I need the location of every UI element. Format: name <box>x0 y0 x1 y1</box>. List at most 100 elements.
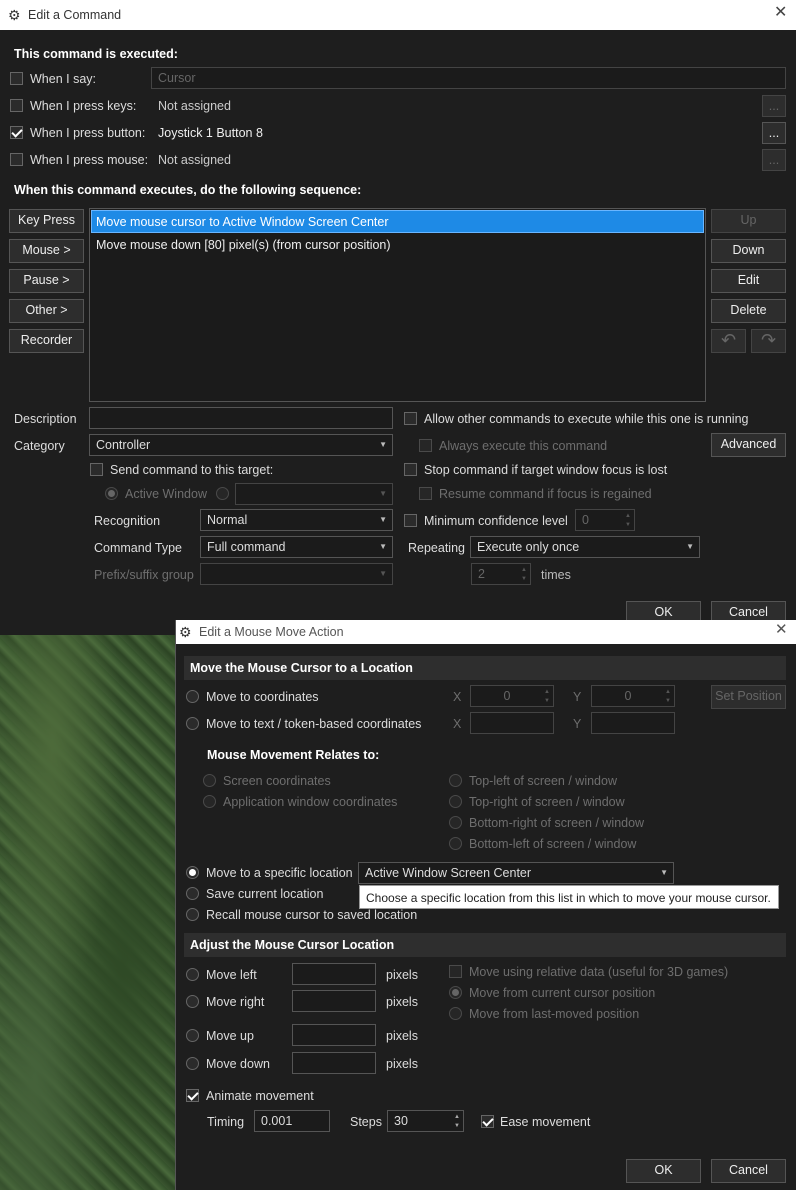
top-right-radio[interactable] <box>449 795 462 808</box>
x-token-input[interactable] <box>470 712 554 734</box>
times-stepper[interactable]: 2 ▲ ▼ <box>471 563 531 585</box>
stepper-up-icon[interactable]: ▲ <box>665 688 671 696</box>
command-type-select[interactable]: Full command ▼ <box>200 536 393 558</box>
list-item[interactable]: Move mouse down [80] pixel(s) (from curs… <box>91 234 704 256</box>
stepper-down-icon[interactable]: ▼ <box>665 697 671 705</box>
times-label: times <box>541 568 571 582</box>
mouse-button[interactable]: Mouse > <box>9 239 84 263</box>
move-right-radio[interactable] <box>186 995 199 1008</box>
relative-data-checkbox[interactable] <box>449 965 462 978</box>
when-say-checkbox[interactable] <box>10 72 23 85</box>
save-location-radio[interactable] <box>186 887 199 900</box>
allow-other-checkbox[interactable] <box>404 412 417 425</box>
action-list[interactable]: Move mouse cursor to Active Window Scree… <box>89 208 706 402</box>
undo-button[interactable]: ↶ <box>711 329 746 353</box>
move-up-radio[interactable] <box>186 1029 199 1042</box>
move-coords-radio[interactable] <box>186 690 199 703</box>
button-ellipsis-button[interactable]: ... <box>762 122 786 144</box>
ease-checkbox[interactable] <box>481 1115 494 1128</box>
category-select[interactable]: Controller ▼ <box>89 434 393 456</box>
from-last-radio[interactable] <box>449 1007 462 1020</box>
stepper-down-icon[interactable]: ▼ <box>454 1122 460 1130</box>
stepper-up-icon[interactable]: ▲ <box>544 688 550 696</box>
recognition-select[interactable]: Normal ▼ <box>200 509 393 531</box>
move-location-section-header: Move the Mouse Cursor to a Location <box>184 656 786 680</box>
dialog-cancel-button[interactable]: Cancel <box>711 1159 786 1183</box>
when-mouse-checkbox[interactable] <box>10 153 23 166</box>
delete-button[interactable]: Delete <box>711 299 786 323</box>
keys-ellipsis-button[interactable]: ... <box>762 95 786 117</box>
stepper-up-icon[interactable]: ▲ <box>454 1113 460 1121</box>
move-down-radio[interactable] <box>186 1057 199 1070</box>
up-button[interactable]: Up <box>711 209 786 233</box>
when-say-input[interactable]: Cursor <box>151 67 786 89</box>
stepper-down-icon[interactable]: ▼ <box>521 575 527 583</box>
specific-location-label: Move to a specific location <box>206 866 353 880</box>
target-window-radio[interactable] <box>216 487 229 500</box>
mouse-ellipsis-button[interactable]: ... <box>762 149 786 171</box>
dialog-ok-button[interactable]: OK <box>626 1159 701 1183</box>
move-token-radio[interactable] <box>186 717 199 730</box>
category-value: Controller <box>96 438 151 452</box>
screen-coords-radio[interactable] <box>203 774 216 787</box>
specific-location-select[interactable]: Active Window Screen Center ▼ <box>358 862 674 884</box>
animate-label: Animate movement <box>206 1089 314 1103</box>
other-button[interactable]: Other > <box>9 299 84 323</box>
move-up-input[interactable] <box>292 1024 376 1046</box>
steps-label: Steps <box>350 1115 382 1129</box>
x-coord-stepper[interactable]: 0 ▲ ▼ <box>470 685 554 707</box>
repeating-select[interactable]: Execute only once ▼ <box>470 536 700 558</box>
app-coords-radio[interactable] <box>203 795 216 808</box>
stepper-up-icon[interactable]: ▲ <box>625 512 631 520</box>
resume-focus-checkbox[interactable] <box>419 487 432 500</box>
set-position-button[interactable]: Set Position <box>711 685 786 709</box>
y-token-input[interactable] <box>591 712 675 734</box>
min-conf-label: Minimum confidence level <box>424 514 568 528</box>
x-label: X <box>453 717 462 731</box>
y-coord-stepper[interactable]: 0 ▲ ▼ <box>591 685 675 707</box>
from-current-radio[interactable] <box>449 986 462 999</box>
when-button-checkbox[interactable] <box>10 126 23 139</box>
redo-button[interactable]: ↷ <box>751 329 786 353</box>
advanced-button[interactable]: Advanced <box>711 433 786 457</box>
animate-checkbox[interactable] <box>186 1089 199 1102</box>
chevron-down-icon: ▼ <box>660 868 668 877</box>
active-window-radio[interactable] <box>105 487 118 500</box>
always-execute-checkbox[interactable] <box>419 439 432 452</box>
specific-location-radio[interactable] <box>186 866 199 879</box>
undo-icon: ↶ <box>720 330 737 350</box>
top-left-radio[interactable] <box>449 774 462 787</box>
edit-button[interactable]: Edit <box>711 269 786 293</box>
stepper-up-icon[interactable]: ▲ <box>521 566 527 574</box>
when-keys-checkbox[interactable] <box>10 99 23 112</box>
recall-location-radio[interactable] <box>186 908 199 921</box>
move-down-input[interactable] <box>292 1052 376 1074</box>
min-conf-checkbox[interactable] <box>404 514 417 527</box>
list-item[interactable]: Move mouse cursor to Active Window Scree… <box>91 210 704 233</box>
bottom-left-radio[interactable] <box>449 837 462 850</box>
key-press-button[interactable]: Key Press <box>9 209 84 233</box>
close-icon[interactable]: ✕ <box>775 622 788 638</box>
top-right-label: Top-right of screen / window <box>469 795 625 809</box>
recorder-button[interactable]: Recorder <box>9 329 84 353</box>
move-left-input[interactable] <box>292 963 376 985</box>
gear-icon: ⚙ <box>179 624 192 640</box>
send-target-checkbox[interactable] <box>90 463 103 476</box>
timing-input[interactable]: 0.001 <box>254 1110 330 1132</box>
move-right-input[interactable] <box>292 990 376 1012</box>
stop-focus-checkbox[interactable] <box>404 463 417 476</box>
prefix-select[interactable]: ▼ <box>200 563 393 585</box>
description-label: Description <box>14 412 77 426</box>
min-conf-stepper[interactable]: 0 ▲ ▼ <box>575 509 635 531</box>
chevron-down-icon: ▼ <box>379 440 387 449</box>
target-window-select[interactable]: ▼ <box>235 483 393 505</box>
stepper-down-icon[interactable]: ▼ <box>625 521 631 529</box>
description-input[interactable] <box>89 407 393 429</box>
move-left-radio[interactable] <box>186 968 199 981</box>
pause-button[interactable]: Pause > <box>9 269 84 293</box>
down-button[interactable]: Down <box>711 239 786 263</box>
steps-stepper[interactable]: 30 ▲ ▼ <box>387 1110 464 1132</box>
bottom-right-radio[interactable] <box>449 816 462 829</box>
close-icon[interactable]: ✕ <box>774 5 787 21</box>
stepper-down-icon[interactable]: ▼ <box>544 697 550 705</box>
